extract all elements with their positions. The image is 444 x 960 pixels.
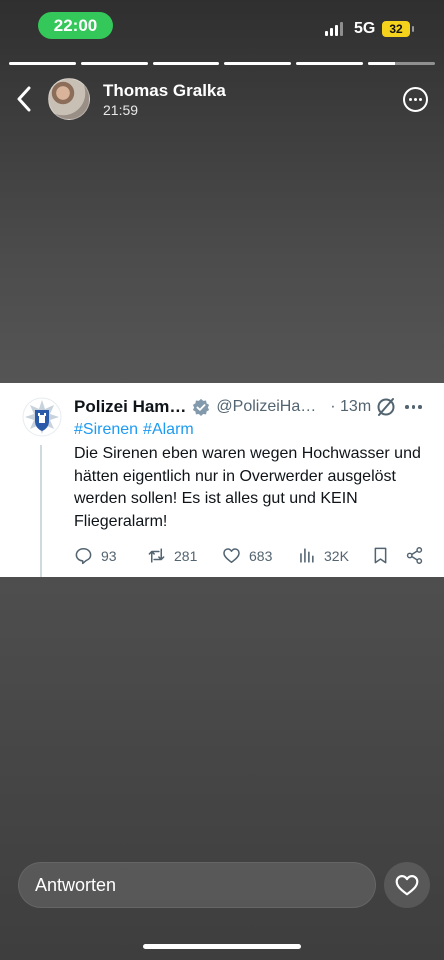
views-action[interactable]: 32K bbox=[297, 546, 349, 565]
story-progress-fill bbox=[296, 62, 364, 65]
story-header: Thomas Gralka 21:59 bbox=[0, 74, 444, 124]
battery-icon: 32 bbox=[382, 21, 414, 37]
more-dot bbox=[418, 405, 422, 409]
bookmark-action[interactable] bbox=[371, 546, 390, 565]
story-progress bbox=[9, 62, 435, 65]
retweet-count: 281 bbox=[174, 547, 198, 564]
tweet-actions: 93 281 683 32K bbox=[74, 546, 434, 566]
reply-action[interactable]: 93 bbox=[74, 546, 117, 565]
bookmark-icon bbox=[374, 547, 387, 564]
grok-icon[interactable] bbox=[375, 396, 397, 418]
story-progress-fill bbox=[152, 62, 220, 65]
more-dot bbox=[409, 98, 412, 101]
verified-badge-icon bbox=[193, 398, 210, 416]
story-progress-segment bbox=[368, 62, 435, 65]
hashtag-link[interactable]: #Sirenen bbox=[74, 421, 138, 438]
tweet-handle[interactable]: @PolizeiHa… bbox=[216, 398, 316, 416]
reply-count: 93 bbox=[101, 547, 117, 564]
back-button[interactable] bbox=[12, 84, 36, 114]
story-progress-segment bbox=[296, 62, 364, 65]
story-user-name[interactable]: Thomas Gralka bbox=[103, 81, 226, 101]
retweet-icon bbox=[148, 548, 165, 563]
signal-icon bbox=[325, 22, 343, 36]
story-progress-fill bbox=[224, 62, 292, 65]
heart-icon bbox=[223, 548, 240, 563]
story-progress-fill bbox=[80, 62, 148, 65]
tweet-age: · 13m bbox=[330, 398, 372, 415]
like-action[interactable]: 683 bbox=[222, 546, 272, 565]
home-indicator[interactable] bbox=[143, 944, 301, 949]
reply-placeholder: Antworten bbox=[35, 874, 117, 895]
story-progress-fill bbox=[368, 62, 395, 65]
more-dot bbox=[419, 98, 422, 101]
share-icon bbox=[406, 547, 423, 564]
more-options-button[interactable] bbox=[403, 87, 428, 112]
status-time[interactable]: 22:00 bbox=[38, 12, 113, 39]
heart-icon bbox=[395, 875, 419, 896]
views-count: 32K bbox=[324, 547, 349, 564]
story-progress-segment bbox=[152, 62, 220, 65]
hashtag-link[interactable]: #Alarm bbox=[143, 421, 194, 438]
status-bar: 22:00 5G 32 bbox=[0, 0, 444, 50]
tweet-more-button[interactable] bbox=[405, 398, 422, 416]
story-progress-segment bbox=[80, 62, 148, 65]
story-post-time: 21:59 bbox=[103, 102, 139, 118]
retweet-action[interactable]: 281 bbox=[147, 546, 197, 565]
story-progress-fill bbox=[9, 62, 76, 65]
more-dot bbox=[411, 405, 415, 409]
story-progress-segment bbox=[9, 62, 76, 65]
views-chart-icon bbox=[300, 548, 314, 563]
share-action[interactable] bbox=[405, 546, 424, 565]
more-dot bbox=[405, 405, 409, 409]
reply-input[interactable]: Antworten bbox=[18, 862, 376, 908]
avatar[interactable] bbox=[48, 78, 90, 120]
more-dot bbox=[414, 98, 417, 101]
tweet-text: Die Sirenen eben waren wegen Hochwasser … bbox=[74, 445, 421, 530]
tweet-hashtags: #Sirenen #Alarm bbox=[74, 421, 194, 439]
network-label: 5G bbox=[354, 20, 376, 37]
chevron-left-icon bbox=[17, 86, 31, 112]
thread-line bbox=[40, 445, 42, 577]
police-badge-icon bbox=[22, 397, 62, 437]
tweet-header: Polizei Ham… @PolizeiHa… · 13m bbox=[74, 397, 371, 417]
story-like-button[interactable] bbox=[384, 862, 430, 908]
like-count: 683 bbox=[249, 547, 273, 564]
tweet-author-name[interactable]: Polizei Ham… bbox=[74, 397, 186, 417]
reply-icon bbox=[75, 548, 92, 565]
story-progress-segment bbox=[224, 62, 292, 65]
